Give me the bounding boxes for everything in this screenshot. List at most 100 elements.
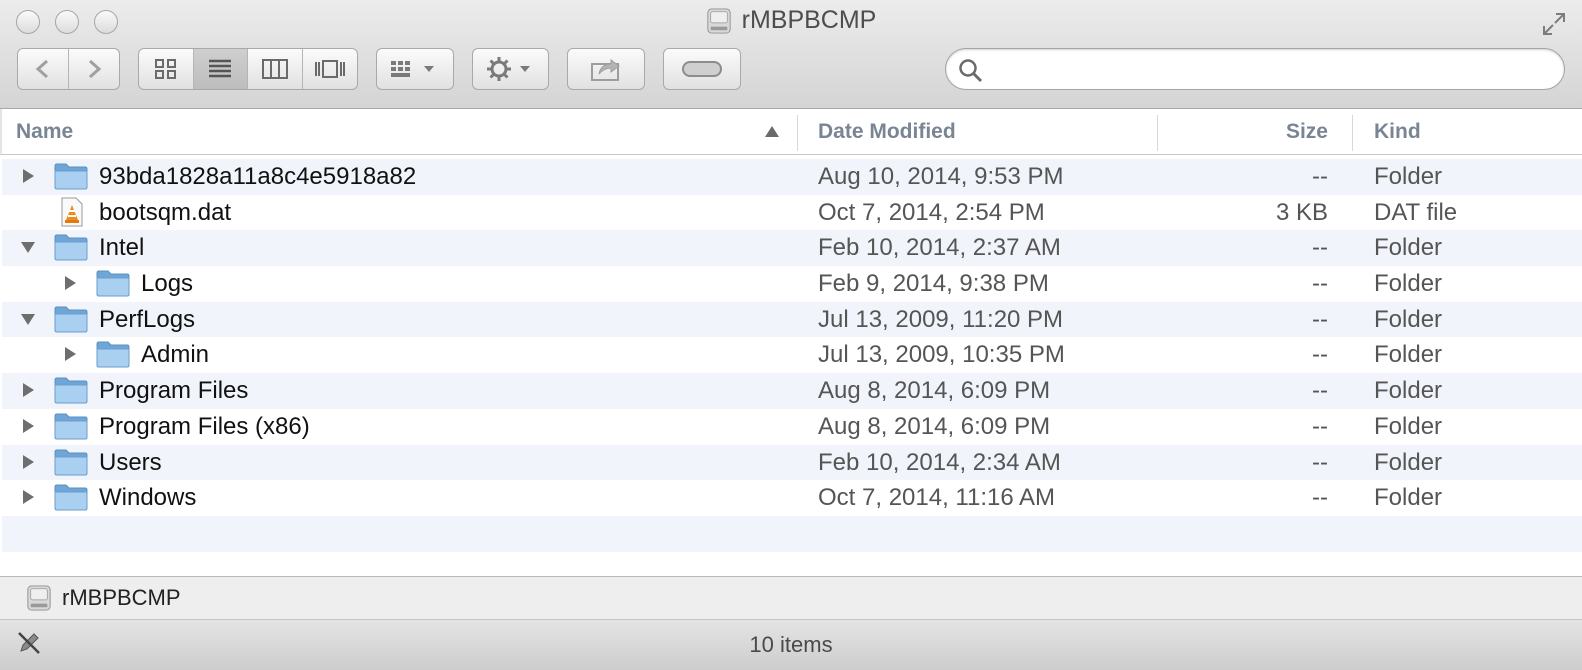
column-divider[interactable] — [1157, 115, 1158, 151]
row-size: -- — [1312, 377, 1328, 405]
column-header-bar: Name Date Modified Size Kind — [0, 109, 1582, 155]
row-date: Aug 8, 2014, 6:09 PM — [818, 412, 1051, 440]
disclosure-triangle-collapsed-icon[interactable] — [19, 453, 37, 471]
folder-icon — [54, 305, 88, 333]
tag-pill-icon — [682, 61, 722, 77]
path-bar-item[interactable]: rMBPBCMP — [62, 585, 181, 611]
disclosure-triangle-expanded-icon[interactable] — [19, 310, 37, 328]
window-title: rMBPBCMP — [0, 6, 1582, 35]
column-divider[interactable] — [797, 115, 798, 151]
search-field[interactable] — [945, 48, 1565, 90]
row-date: Feb 10, 2014, 2:37 AM — [818, 234, 1061, 262]
row-name: Users — [99, 448, 162, 476]
list-row-intel[interactable]: Intel Feb 10, 2014, 2:37 AM -- Folder — [2, 230, 1582, 267]
list-row-logs[interactable]: Logs Feb 9, 2014, 9:38 PM -- Folder — [2, 266, 1582, 302]
list-view-icon — [209, 59, 232, 78]
row-size: -- — [1312, 484, 1328, 512]
folder-icon — [54, 162, 88, 190]
row-kind: Folder — [1374, 484, 1443, 512]
icon-view-icon — [154, 59, 176, 79]
list-row-93bda1828a11a8c4e5918a82[interactable]: 93bda1828a11a8c4e5918a82 Aug 10, 2014, 9… — [2, 159, 1582, 195]
column-header-date[interactable]: Date Modified — [818, 120, 956, 144]
row-size: -- — [1312, 412, 1328, 440]
folder-icon — [54, 483, 88, 511]
disclosure-triangle-collapsed-icon[interactable] — [19, 488, 37, 506]
list-row-admin[interactable]: Admin Jul 13, 2009, 10:35 PM -- Folder — [2, 337, 1582, 373]
chevron-right-icon — [88, 59, 102, 79]
row-kind: Folder — [1374, 377, 1443, 405]
row-kind: DAT file — [1374, 198, 1458, 226]
row-name: Admin — [141, 341, 210, 369]
fullscreen-icon[interactable] — [1540, 10, 1568, 38]
item-count: 10 items — [749, 632, 833, 657]
tags-button[interactable] — [663, 48, 741, 90]
search-input[interactable] — [990, 55, 1554, 85]
row-kind: Folder — [1374, 341, 1443, 369]
row-name: Program Files — [99, 377, 249, 405]
coverflow-view-button[interactable] — [303, 49, 358, 89]
row-name: Intel — [99, 234, 145, 262]
row-date: Aug 10, 2014, 9:53 PM — [818, 163, 1064, 190]
column-header-size[interactable]: Size — [1286, 120, 1328, 144]
arrange-button[interactable] — [376, 48, 454, 90]
row-date: Jul 13, 2009, 10:35 PM — [818, 341, 1065, 369]
action-button[interactable] — [472, 48, 549, 90]
folder-icon — [54, 376, 88, 404]
row-name: Program Files (x86) — [99, 412, 310, 440]
view-mode-control — [138, 48, 358, 90]
disclosure-triangle-collapsed-icon[interactable] — [19, 417, 37, 435]
row-size: -- — [1312, 448, 1328, 476]
disclosure-triangle-collapsed-icon[interactable] — [19, 167, 37, 185]
disclosure-triangle-collapsed-icon[interactable] — [19, 381, 37, 399]
row-date: Jul 13, 2009, 11:20 PM — [818, 305, 1064, 333]
toolbar: rMBPBCMP — [0, 0, 1582, 109]
disclosure-triangle-expanded-icon[interactable] — [19, 238, 37, 256]
empty-row — [2, 515, 1582, 552]
row-date: Oct 7, 2014, 2:54 PM — [818, 198, 1045, 226]
disclosure-triangle-collapsed-icon[interactable] — [61, 345, 79, 363]
column-view-button[interactable] — [248, 49, 303, 89]
arrange-icon — [391, 61, 434, 77]
share-button[interactable] — [567, 48, 645, 90]
hard-disk-icon — [706, 7, 732, 35]
row-kind: Folder — [1374, 412, 1443, 440]
file-list: 93bda1828a11a8c4e5918a82 Aug 10, 2014, 9… — [2, 159, 1582, 573]
list-row-users[interactable]: Users Feb 10, 2014, 2:34 AM -- Folder — [2, 444, 1582, 481]
search-icon — [959, 59, 983, 83]
row-name: 93bda1828a11a8c4e5918a82 — [99, 163, 417, 190]
back-button[interactable] — [18, 49, 69, 89]
finder-window: rMBPBCMP Name Date Modified Size Kind 93… — [0, 0, 1582, 670]
list-row-bootsqm[interactable]: bootsqm.dat Oct 7, 2014, 2:54 PM 3 KB DA… — [2, 195, 1582, 231]
list-row-perflogs[interactable]: PerfLogs Jul 13, 2009, 11:20 PM -- Folde… — [2, 301, 1582, 338]
row-kind: Folder — [1374, 448, 1443, 476]
row-size: 3 KB — [1275, 198, 1328, 226]
folder-icon — [54, 412, 88, 440]
column-view-icon — [261, 59, 288, 79]
column-header-name[interactable]: Name — [16, 120, 73, 144]
row-size: -- — [1312, 270, 1328, 298]
row-date: Oct 7, 2014, 11:16 AM — [818, 484, 1056, 512]
column-header-kind[interactable]: Kind — [1374, 120, 1421, 144]
row-date: Feb 9, 2014, 9:38 PM — [818, 270, 1049, 298]
row-size: -- — [1312, 341, 1328, 369]
folder-icon — [96, 269, 130, 297]
list-row-program-files-x86[interactable]: Program Files (x86) Aug 8, 2014, 6:09 PM… — [2, 409, 1582, 445]
coverflow-view-icon — [314, 60, 345, 78]
row-kind: Folder — [1374, 270, 1443, 298]
back-forward-control — [17, 48, 120, 90]
window-title-text: rMBPBCMP — [741, 6, 877, 34]
forward-button[interactable] — [69, 49, 120, 89]
path-bar: rMBPBCMP — [0, 576, 1582, 620]
column-divider[interactable] — [1352, 115, 1353, 151]
list-view-button[interactable] — [193, 49, 248, 89]
row-kind: Folder — [1374, 234, 1443, 262]
row-size: -- — [1312, 163, 1328, 190]
row-size: -- — [1312, 305, 1328, 333]
folder-icon — [54, 233, 88, 261]
hard-disk-icon — [26, 584, 52, 612]
list-row-program-files[interactable]: Program Files Aug 8, 2014, 6:09 PM -- Fo… — [2, 373, 1582, 409]
status-bar: 10 items — [0, 620, 1582, 670]
list-row-windows[interactable]: Windows Oct 7, 2014, 11:16 AM -- Folder — [2, 480, 1582, 516]
disclosure-triangle-collapsed-icon[interactable] — [61, 274, 79, 292]
icon-view-button[interactable] — [139, 49, 194, 89]
